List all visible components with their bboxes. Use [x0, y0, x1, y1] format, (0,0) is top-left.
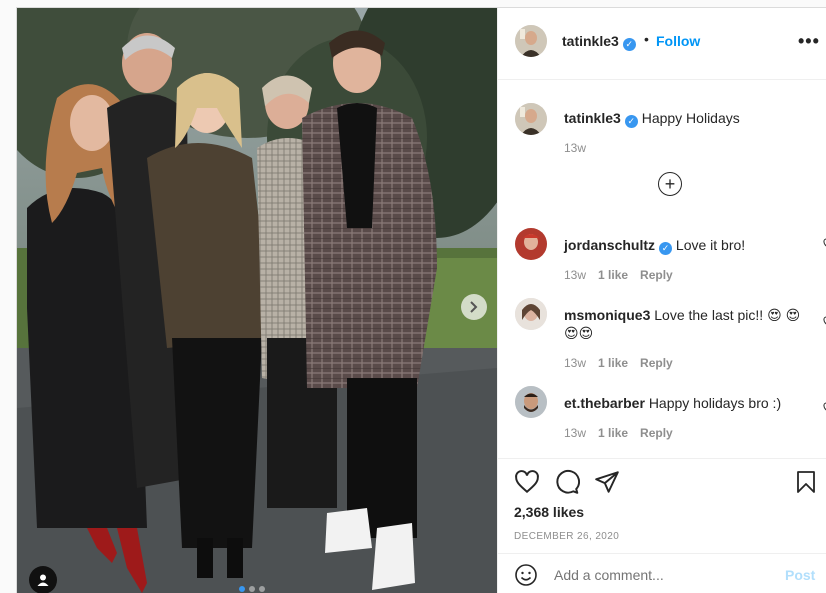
comment-body: et.thebarber Happy holidays bro :) — [564, 394, 804, 412]
caption-meta: 13w — [564, 141, 586, 155]
caption-time[interactable]: 13w — [564, 141, 586, 155]
reply-button[interactable]: Reply — [640, 268, 673, 282]
post-photo[interactable] — [17, 8, 497, 593]
smiley-icon[interactable] — [514, 563, 538, 587]
comment-username[interactable]: msmonique3 — [564, 307, 650, 323]
avatar[interactable] — [515, 298, 547, 330]
post-date[interactable]: DECEMBER 26, 2020 — [514, 531, 619, 542]
comment-likes[interactable]: 1 like — [598, 356, 628, 370]
chevron-right-icon — [470, 301, 478, 313]
separator-dot: • — [644, 31, 649, 47]
avatar[interactable] — [515, 103, 547, 135]
post-actions: 2,368 likes DECEMBER 26, 2020 Post — [498, 458, 826, 593]
more-options-icon[interactable]: ••• — [798, 31, 820, 52]
reply-button[interactable]: Reply — [640, 426, 673, 440]
post-header: tatinkle3 ✓ • Follow ••• — [498, 8, 826, 80]
avatar[interactable] — [515, 25, 547, 57]
avatar-image — [515, 25, 547, 57]
verified-badge-icon: ✓ — [622, 38, 636, 51]
comment-body: jordanschultz ✓ Love it bro! — [564, 236, 804, 255]
avatar-image — [515, 228, 547, 260]
comment-username[interactable]: jordanschultz — [564, 237, 655, 253]
caption-body: tatinkle3 ✓ Happy Holidays — [564, 109, 804, 128]
carousel-next-button[interactable] — [461, 294, 487, 320]
avatar-image — [515, 298, 547, 330]
comment-text: Happy holidays bro :) — [648, 395, 782, 411]
user-tag-icon — [37, 574, 49, 586]
post-comment-button[interactable]: Post — [785, 567, 815, 583]
avatar-image — [515, 103, 547, 135]
username-text: tatinkle3 — [562, 33, 619, 49]
likes-count[interactable]: 2,368 likes — [514, 504, 584, 520]
bookmark-icon[interactable] — [794, 469, 818, 495]
caption-text: Happy Holidays — [641, 110, 740, 126]
verified-badge-icon: ✓ — [624, 115, 638, 128]
comment-meta: 13w 1 like Reply — [564, 426, 673, 440]
comment-likes[interactable]: 1 like — [598, 426, 628, 440]
verified-badge-icon: ✓ — [659, 242, 673, 255]
paper-plane-icon[interactable] — [594, 469, 620, 495]
comment-bubble-icon[interactable] — [554, 469, 580, 495]
avatar[interactable] — [515, 228, 547, 260]
post-side-panel: tatinkle3 ✓ • Follow ••• tatinkle3 ✓ Happy… — [497, 8, 826, 593]
load-more-comments-button[interactable]: + — [658, 172, 682, 196]
avatar[interactable] — [515, 386, 547, 418]
comment-text: Love it bro! — [675, 237, 746, 253]
carousel-dot — [239, 586, 245, 592]
instagram-post: tatinkle3 ✓ • Follow ••• tatinkle3 ✓ Happy… — [16, 7, 826, 593]
comment-time[interactable]: 13w — [564, 426, 586, 440]
comment-time[interactable]: 13w — [564, 268, 586, 282]
avatar-image — [515, 386, 547, 418]
caption-username[interactable]: tatinkle3 — [564, 110, 621, 126]
reply-button[interactable]: Reply — [640, 356, 673, 370]
family-photo-image — [17, 8, 497, 593]
comment-meta: 13w 1 like Reply — [564, 268, 673, 282]
carousel-dot — [249, 586, 255, 592]
post-author-username[interactable]: tatinkle3 ✓ — [562, 33, 636, 51]
comment-likes[interactable]: 1 like — [598, 268, 628, 282]
comment-time[interactable]: 13w — [564, 356, 586, 370]
comment-body: msmonique3 Love the last pic!! 😍 😍😍😍 — [564, 306, 804, 342]
heart-icon[interactable] — [514, 469, 540, 495]
comment-input[interactable] — [554, 567, 754, 583]
tagged-users-button[interactable] — [29, 566, 57, 593]
follow-button[interactable]: Follow — [656, 33, 700, 49]
carousel-dot — [259, 586, 265, 592]
comment-meta: 13w 1 like Reply — [564, 356, 673, 370]
add-comment-bar: Post — [498, 553, 826, 593]
carousel-indicator — [239, 586, 265, 592]
comment-username[interactable]: et.thebarber — [564, 395, 645, 411]
